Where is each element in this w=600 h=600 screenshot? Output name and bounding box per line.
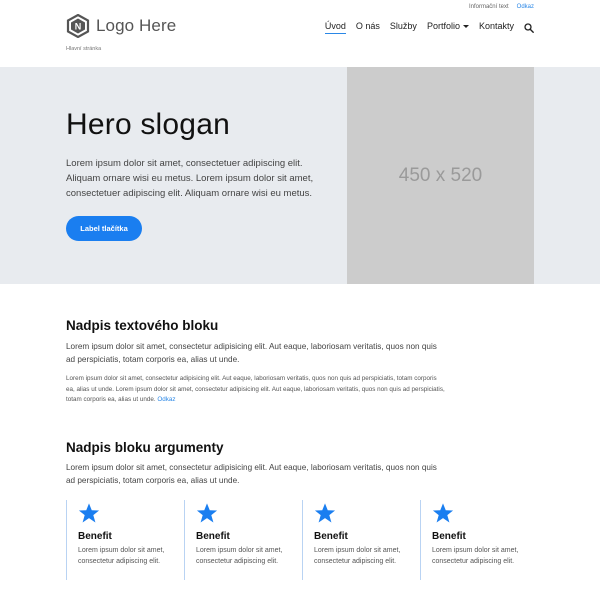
hero-text: Lorem ipsum dolor sit amet, consectetuer…: [66, 158, 314, 199]
text-block-link[interactable]: Odkaz: [157, 396, 175, 403]
text-block-body: Lorem ipsum dolor sit amet, consectetur …: [66, 374, 446, 406]
benefit-title: Benefit: [78, 531, 112, 542]
star-icon: [432, 503, 454, 523]
svg-text:N: N: [75, 22, 82, 32]
benefit-title: Benefit: [432, 531, 466, 542]
star-icon: [78, 503, 100, 523]
nav-item-portfolio[interactable]: Portfolio: [427, 21, 469, 34]
nav-item-kontakty[interactable]: Kontakty: [479, 21, 514, 34]
breadcrumb[interactable]: Hlavní stránka: [66, 46, 101, 52]
nav-item-uvod[interactable]: Úvod: [324, 21, 346, 34]
benefit-item: Benefit Lorem ipsum dolor sit amet, cons…: [66, 500, 166, 580]
benefit-title: Benefit: [314, 531, 348, 542]
hexagon-logo-icon: N: [66, 14, 90, 38]
main-nav: Úvod O nás Služby Portfolio Kontakty: [324, 21, 534, 34]
benefit-text: Lorem ipsum dolor sit amet, consectetur …: [432, 547, 519, 565]
chevron-down-icon: [462, 25, 469, 29]
text-block-body-text: Lorem ipsum dolor sit amet, consectetur …: [66, 375, 445, 403]
benefit-text: Lorem ipsum dolor sit amet, consectetur …: [314, 547, 401, 565]
search-icon[interactable]: [524, 22, 534, 33]
hero-title: Hero slogan: [66, 108, 230, 141]
arguments-title: Nadpis bloku argumenty: [66, 440, 224, 455]
top-link[interactable]: Odkaz: [517, 4, 534, 10]
image-placeholder-label: 450 x 520: [398, 164, 483, 186]
logo-text: Logo Here: [96, 16, 177, 35]
text-block-title: Nadpis textového bloku: [66, 318, 219, 333]
hero-image-placeholder: 450 x 520: [347, 67, 534, 284]
benefit-title: Benefit: [196, 531, 230, 542]
benefit-text: Lorem ipsum dolor sit amet, consectetur …: [78, 547, 165, 565]
benefit-item: Benefit Lorem ipsum dolor sit amet, cons…: [302, 500, 402, 580]
nav-item-portfolio-label: Portfolio: [426, 21, 460, 31]
nav-item-sluzby[interactable]: Služby: [390, 21, 417, 34]
nav-item-o-nas[interactable]: O nás: [356, 21, 380, 34]
hero-cta-button[interactable]: Label tlačítka: [66, 216, 142, 241]
info-text: Informační text: [468, 4, 509, 10]
star-icon: [314, 503, 336, 523]
benefit-item: Benefit Lorem ipsum dolor sit amet, cons…: [420, 500, 520, 580]
logo[interactable]: N Logo Here: [66, 14, 176, 38]
benefit-item: Benefit Lorem ipsum dolor sit amet, cons…: [184, 500, 284, 580]
top-info-bar: Informační text Odkaz: [469, 4, 534, 10]
star-icon: [196, 503, 218, 523]
benefit-text: Lorem ipsum dolor sit amet, consectetur …: [196, 547, 283, 565]
text-block-lead: Lorem ipsum dolor sit amet, consectetur …: [66, 342, 437, 364]
arguments-lead: Lorem ipsum dolor sit amet, consectetur …: [66, 463, 437, 485]
